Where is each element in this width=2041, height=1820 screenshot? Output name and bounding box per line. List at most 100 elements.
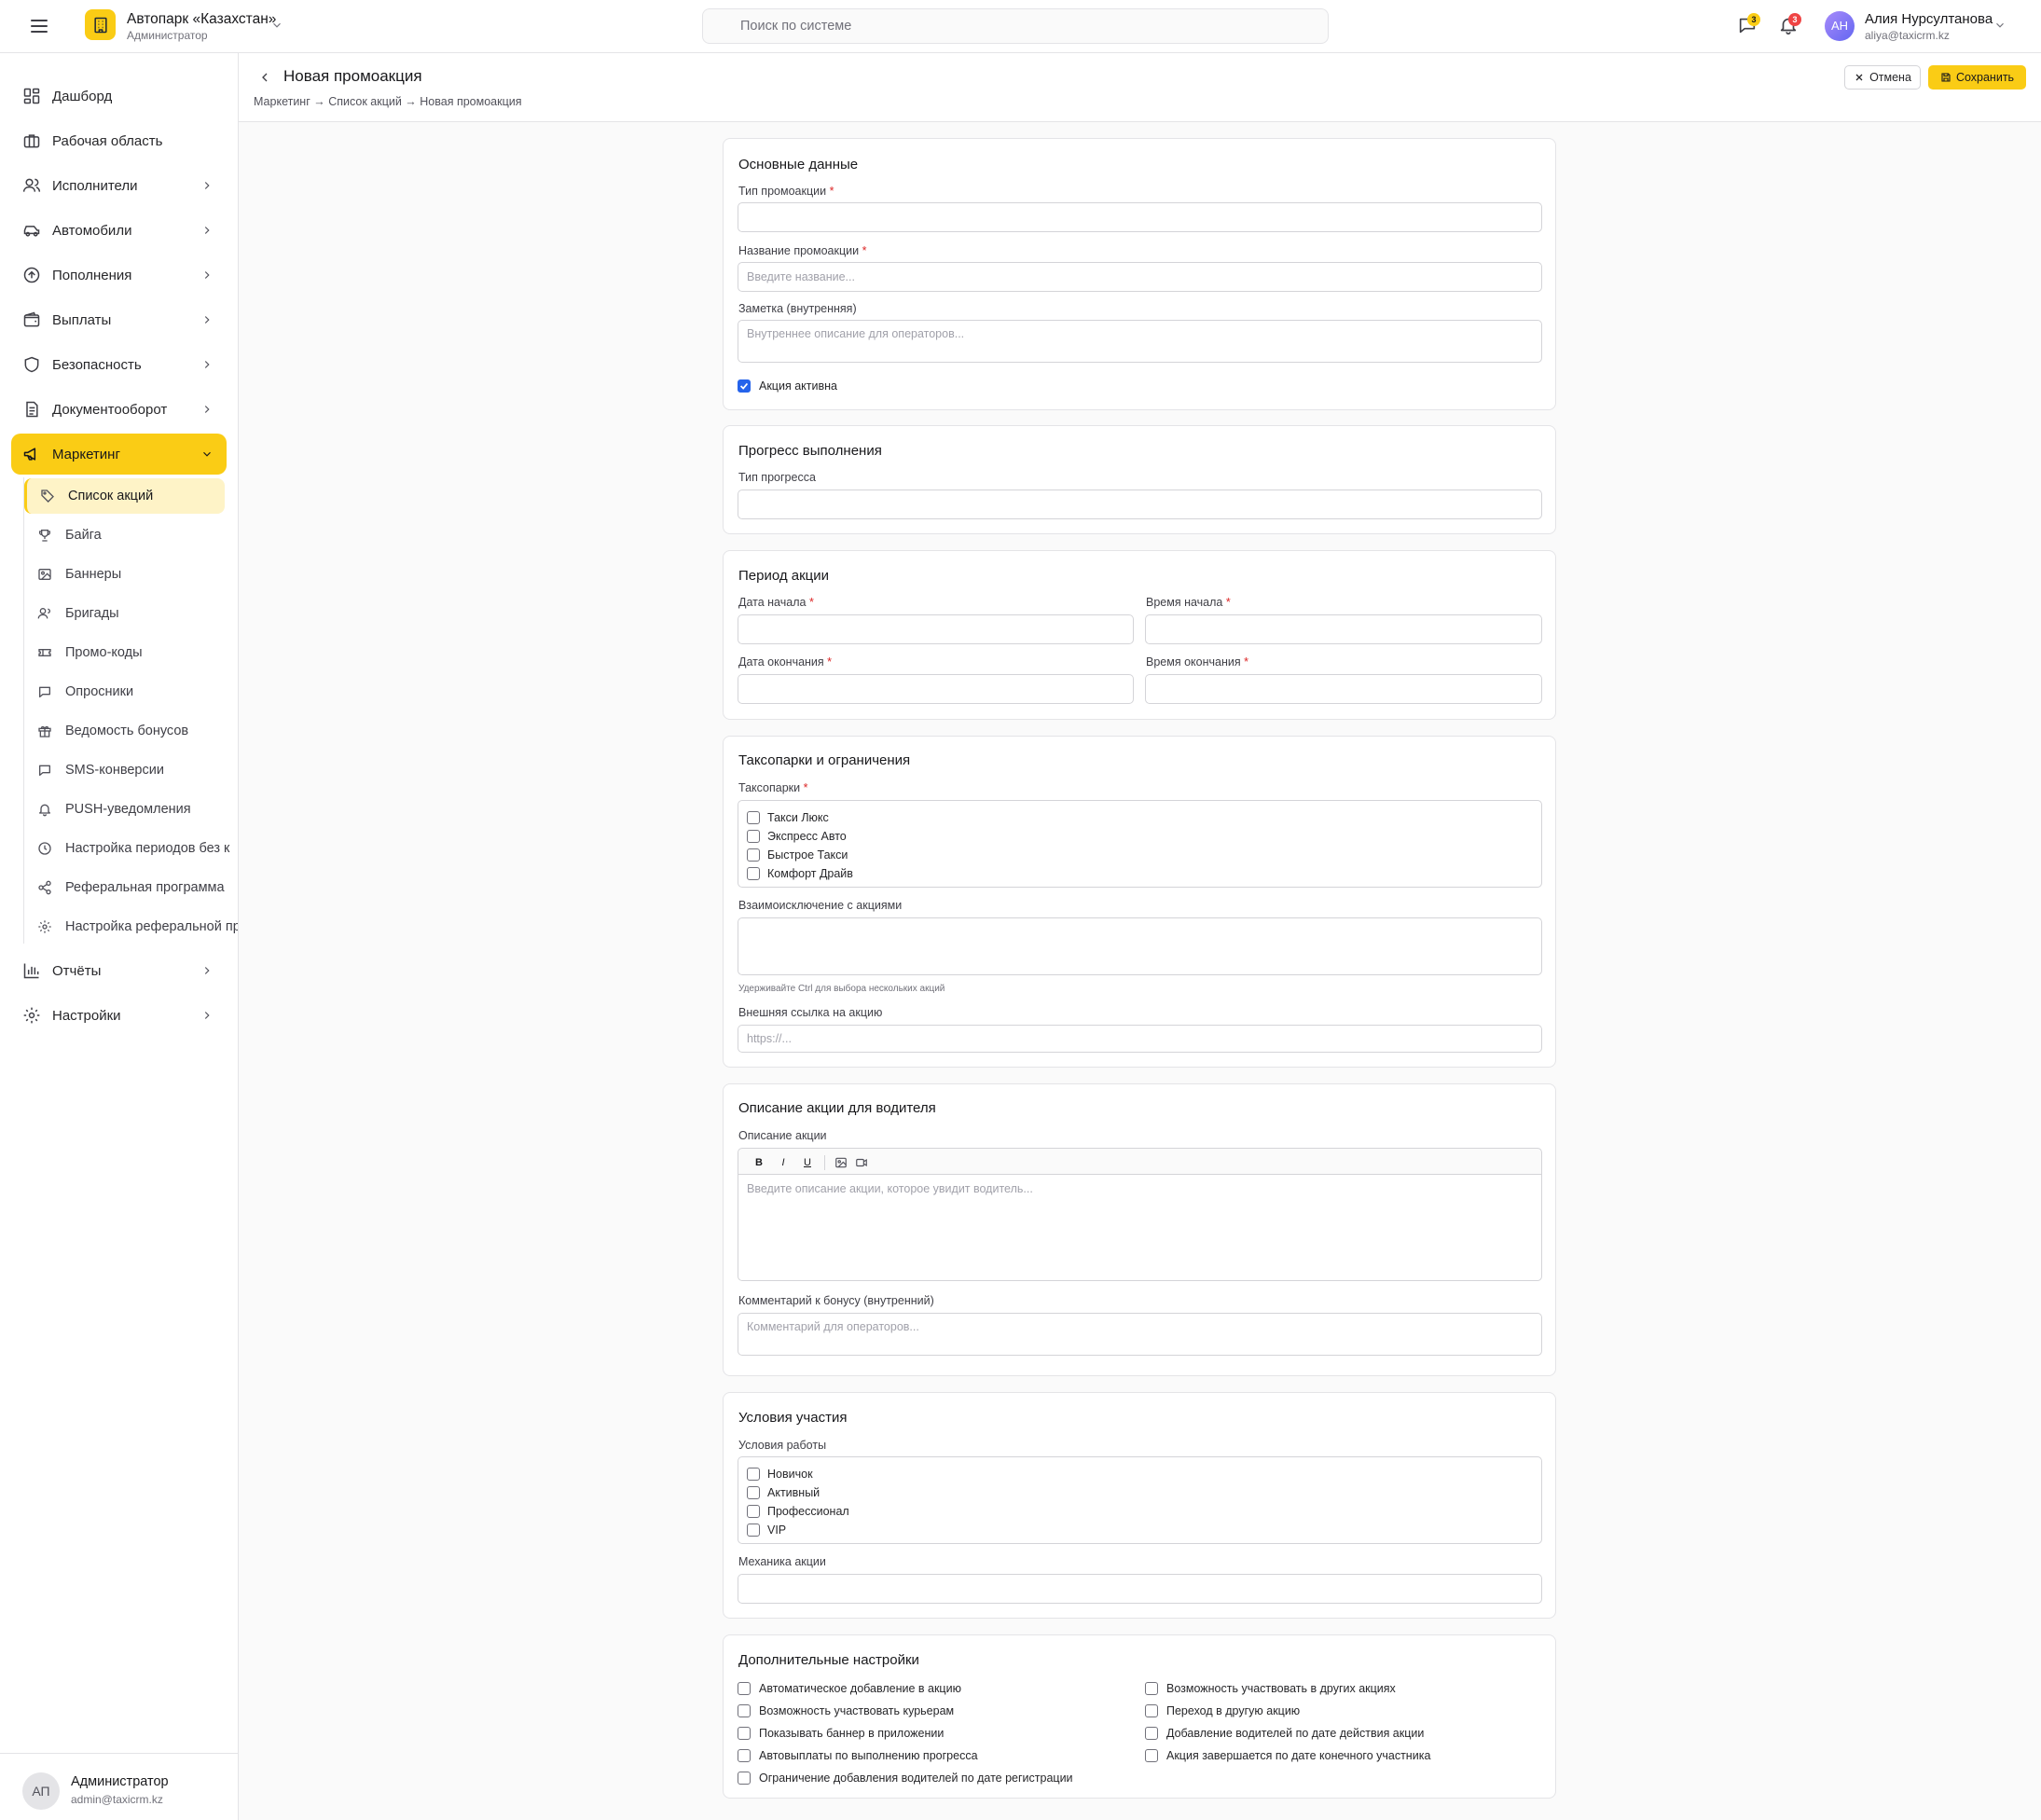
avatar: АП — [22, 1772, 60, 1810]
extra-option-label: Автовыплаты по выполнению прогресса — [759, 1749, 978, 1762]
sidebar-subitem-sms[interactable]: SMS-конверсии — [24, 752, 225, 788]
card-title: Прогресс выполнения — [738, 443, 882, 459]
sidebar-subitem-brigades[interactable]: Бригады — [24, 596, 225, 631]
sidebar-item-security[interactable]: Безопасность — [11, 344, 227, 385]
sidebar-item-payouts[interactable]: Выплаты — [11, 299, 227, 340]
end-date-input[interactable] — [738, 674, 1134, 704]
menu-icon[interactable] — [28, 15, 50, 37]
note-textarea[interactable]: Внутреннее описание для операторов... — [738, 320, 1542, 363]
sidebar-item-topups[interactable]: Пополнения — [11, 255, 227, 296]
sidebar-subitem-referral[interactable]: Реферальная программа — [24, 870, 225, 905]
sidebar-item-dashboard[interactable]: Дашборд — [11, 76, 227, 117]
required-mark: * — [808, 596, 814, 609]
tag-icon — [40, 489, 55, 503]
sidebar-item-settings[interactable]: Настройки — [11, 995, 227, 1036]
park-option-label: Такси Люкс — [767, 811, 829, 824]
bonus-comment-textarea[interactable]: Комментарий для операторов... — [738, 1313, 1542, 1356]
extra-option-label: Возможность участвовать курьерам — [759, 1704, 955, 1717]
sidebar-item-marketing[interactable]: Маркетинг — [11, 434, 227, 475]
underline-button[interactable]: U — [800, 1155, 815, 1170]
extra-checkbox[interactable] — [1145, 1727, 1158, 1740]
sidebar-item-performers[interactable]: Исполнители — [11, 165, 227, 206]
extra-checkbox[interactable] — [1145, 1749, 1158, 1762]
label-text: Тип промоакции — [738, 185, 827, 198]
promo-type-select[interactable] — [738, 202, 1542, 232]
organization-switcher[interactable]: Автопарк «Казахстан» Администратор — [127, 10, 276, 43]
chevron-right-icon — [200, 403, 214, 416]
card-title: Описание акции для водителя — [738, 1100, 936, 1116]
wallet-icon — [22, 310, 41, 329]
bold-button[interactable]: B — [752, 1155, 766, 1170]
sidebar-subitem-label: Настройка реферальной пр — [65, 919, 239, 934]
sidebar-item-documents[interactable]: Документооборот — [11, 389, 227, 430]
chevron-down-icon[interactable] — [1993, 19, 2007, 32]
active-checkbox[interactable] — [738, 379, 751, 393]
extra-checkbox[interactable] — [738, 1727, 751, 1740]
sidebar-subitem-bonus-sheet[interactable]: Ведомость бонусов — [24, 713, 225, 749]
sidebar-item-label: Пополнения — [52, 267, 132, 283]
insert-video-icon[interactable] — [854, 1155, 869, 1170]
start-date-input[interactable] — [738, 614, 1134, 644]
save-button[interactable]: Сохранить — [1928, 65, 2026, 90]
clock-icon — [37, 841, 52, 856]
chevron-right-icon — [200, 1009, 214, 1022]
mechanics-label: Механика акции — [738, 1555, 826, 1568]
park-checkbox[interactable] — [747, 867, 760, 880]
start-time-label: Время начала * — [1146, 596, 1231, 609]
sidebar-subitem-promo-codes[interactable]: Промо-коды — [24, 635, 225, 670]
mechanics-select[interactable] — [738, 1574, 1542, 1604]
sidebar-subitem-push[interactable]: PUSH-уведомления — [24, 792, 225, 827]
condition-checkbox[interactable] — [747, 1486, 760, 1499]
extra-option-label: Возможность участвовать в других акциях — [1166, 1682, 1396, 1695]
exclusion-multiselect[interactable] — [738, 917, 1542, 975]
bonus-comment-label: Комментарий к бонусу (внутренний) — [738, 1294, 934, 1307]
extra-checkbox[interactable] — [1145, 1704, 1158, 1717]
condition-checkbox[interactable] — [747, 1505, 760, 1518]
sidebar-subitem-periods[interactable]: Настройка периодов без к — [24, 831, 229, 866]
card-title: Дополнительные настройки — [738, 1652, 919, 1668]
sidebar-subitem-baiga[interactable]: Байга — [24, 517, 225, 553]
trophy-icon — [37, 528, 52, 543]
park-checkbox[interactable] — [747, 830, 760, 843]
condition-checkbox[interactable] — [747, 1468, 760, 1481]
extra-checkbox[interactable] — [738, 1682, 751, 1695]
extra-checkbox[interactable] — [738, 1772, 751, 1785]
sidebar-subitem-surveys[interactable]: Опросники — [24, 674, 225, 710]
insert-image-icon[interactable] — [834, 1155, 848, 1170]
italic-button[interactable]: I — [776, 1155, 791, 1170]
megaphone-icon — [22, 445, 41, 463]
search-input[interactable]: Поиск по системе — [702, 8, 1329, 44]
sidebar-item-cars[interactable]: Автомобили — [11, 210, 227, 251]
extra-checkbox[interactable] — [738, 1749, 751, 1762]
chevron-right-icon — [200, 358, 214, 371]
user-menu[interactable]: Алия Нурсултанова aliya@taxicrm.kz — [1865, 10, 1993, 43]
progress-type-select[interactable] — [738, 489, 1542, 519]
chevron-down-icon[interactable] — [270, 19, 283, 32]
start-time-input[interactable] — [1145, 614, 1542, 644]
additional-settings-card: Дополнительные настройки Автоматическое … — [723, 1634, 1556, 1799]
back-arrow-icon[interactable] — [257, 70, 272, 85]
end-time-input[interactable] — [1145, 674, 1542, 704]
description-label: Описание акции — [738, 1129, 827, 1142]
required-mark: * — [803, 781, 808, 794]
account-panel[interactable]: АП Администратор admin@taxicrm.kz — [0, 1753, 238, 1820]
extra-checkbox[interactable] — [738, 1704, 751, 1717]
condition-checkbox[interactable] — [747, 1524, 760, 1537]
user-avatar[interactable]: АН — [1825, 11, 1855, 41]
sidebar-item-workspace[interactable]: Рабочая область — [11, 120, 227, 161]
park-checkbox[interactable] — [747, 848, 760, 862]
promo-name-input[interactable]: Введите название... — [738, 262, 1542, 292]
sidebar-item-reports[interactable]: Отчёты — [11, 950, 227, 991]
dashboard-icon — [22, 87, 41, 105]
sidebar-subitem-banners[interactable]: Баннеры — [24, 557, 225, 592]
park-checkbox[interactable] — [747, 811, 760, 824]
sidebar-subitem-promo-list[interactable]: Список акций — [24, 478, 225, 514]
cancel-button[interactable]: Отмена — [1844, 65, 1921, 90]
external-link-input[interactable]: https://... — [738, 1025, 1542, 1053]
description-editor[interactable]: Введите описание акции, которое увидит в… — [738, 1174, 1542, 1281]
park-option-label: Экспресс Авто — [767, 830, 847, 843]
extra-checkbox[interactable] — [1145, 1682, 1158, 1695]
extra-option-label: Показывать баннер в приложении — [759, 1727, 945, 1740]
sidebar-subitem-referral-settings[interactable]: Настройка реферальной пр — [24, 909, 238, 944]
gear-icon — [22, 1006, 41, 1025]
